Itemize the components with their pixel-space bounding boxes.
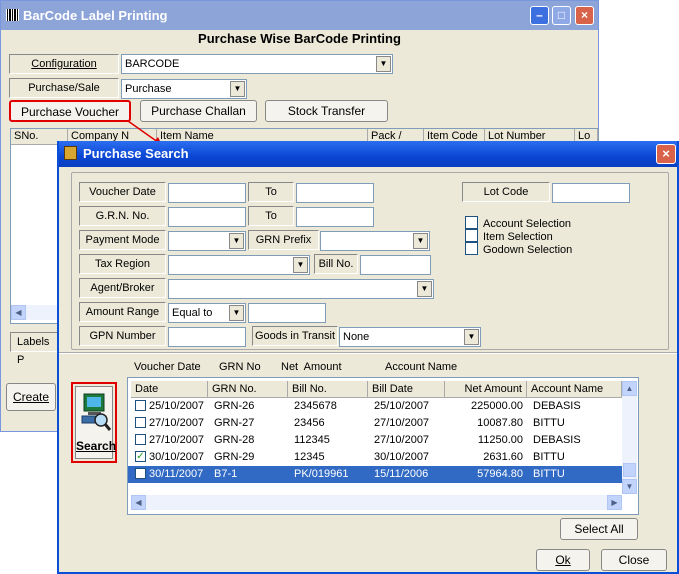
column-title: Net Amount <box>281 361 342 373</box>
select-all-button[interactable]: Select All <box>560 518 638 540</box>
table-row-selected[interactable]: 30/11/2007 B7-1 PK/019961 15/11/2006 579… <box>128 466 622 483</box>
bill-no-input[interactable] <box>360 255 431 275</box>
chevron-down-icon[interactable]: ▼ <box>417 281 432 297</box>
table-row[interactable]: ✓ 30/10/2007 GRN-29 12345 30/10/2007 263… <box>128 449 622 466</box>
gpn-number-input[interactable] <box>168 327 246 347</box>
payment-mode-dropdown[interactable]: ▼ <box>168 231 246 251</box>
divider <box>59 352 677 354</box>
row-checkbox-checked[interactable]: ✓ <box>135 451 146 462</box>
voucher-date-label: Voucher Date <box>79 182 166 202</box>
chevron-down-icon[interactable]: ▼ <box>413 233 428 249</box>
scroll-down-icon[interactable]: ▼ <box>622 479 637 494</box>
chevron-down-icon[interactable]: ▼ <box>229 233 244 249</box>
app-icon <box>64 146 77 160</box>
grid-header[interactable]: Net Amount <box>445 381 527 398</box>
column-title: Voucher Date <box>134 361 201 373</box>
grn-prefix-label: GRN Prefix <box>248 230 319 250</box>
grid-header[interactable]: Date <box>131 381 208 398</box>
dialog-close-button[interactable]: × <box>656 144 676 164</box>
row-checkbox[interactable] <box>135 468 146 479</box>
gpn-number-label: GPN Number <box>79 326 166 346</box>
amount-range-dropdown[interactable]: Equal to ▼ <box>168 303 246 323</box>
tax-region-label: Tax Region <box>79 254 166 274</box>
checkbox-icon[interactable] <box>465 229 478 242</box>
vertical-scrollbar[interactable]: ▲ ▼ <box>622 381 637 494</box>
to-label: To <box>248 206 294 226</box>
column-title: Account Name <box>385 361 458 373</box>
voucher-date-to-input[interactable] <box>296 183 374 203</box>
purchase-search-dialog: Purchase Search × Voucher Date To G.R.N.… <box>57 141 679 574</box>
goods-in-transit-label: Goods in Transit <box>252 326 338 346</box>
checkbox-icon[interactable] <box>465 242 478 255</box>
search-label: Search <box>76 439 117 453</box>
amount-range-label: Amount Range <box>79 302 166 322</box>
lot-code-label: Lot Code <box>462 182 550 202</box>
checkbox-icon[interactable] <box>465 216 478 229</box>
dialog-title: Purchase Search <box>83 146 189 161</box>
computer-search-icon <box>81 393 112 431</box>
grn-no-label: G.R.N. No. <box>79 206 166 226</box>
grid-header[interactable]: GRN No. <box>208 381 288 398</box>
chevron-down-icon[interactable]: ▼ <box>229 305 244 321</box>
payment-mode-label: Payment Mode <box>79 230 166 250</box>
goods-in-transit-dropdown[interactable]: None ▼ <box>339 327 481 347</box>
scroll-left-icon[interactable]: ◀ <box>131 495 146 510</box>
grn-no-from-input[interactable] <box>168 207 246 227</box>
horizontal-scrollbar[interactable]: ◀ ▶ <box>131 495 622 510</box>
table-row[interactable]: 27/10/2007 GRN-27 23456 27/10/2007 10087… <box>128 415 622 432</box>
amount-input[interactable] <box>248 303 326 323</box>
voucher-date-from-input[interactable] <box>168 183 246 203</box>
search-button[interactable]: Search <box>75 386 117 459</box>
grid-header[interactable]: Account Name <box>527 381 622 398</box>
column-title: GRN No <box>219 361 261 373</box>
godown-selection-checkbox[interactable]: Godown Selection <box>465 242 572 256</box>
scroll-thumb[interactable] <box>623 463 636 477</box>
grid-header[interactable]: Bill No. <box>288 381 368 398</box>
chevron-down-icon[interactable]: ▼ <box>293 257 308 273</box>
bill-no-label: Bill No. <box>314 254 358 274</box>
account-selection-checkbox[interactable]: Account Selection <box>465 216 571 230</box>
agent-broker-label: Agent/Broker <box>79 278 166 298</box>
results-grid[interactable]: Date GRN No. Bill No. Bill Date Net Amou… <box>127 377 639 515</box>
table-row[interactable]: 27/10/2007 GRN-28 112345 27/10/2007 1125… <box>128 432 622 449</box>
dialog-title-bar: Purchase Search × <box>59 141 677 167</box>
search-highlight: Search <box>71 382 117 463</box>
tax-region-dropdown[interactable]: ▼ <box>168 255 310 275</box>
to-label: To <box>248 182 294 202</box>
grn-no-to-input[interactable] <box>296 207 374 227</box>
grn-prefix-dropdown[interactable]: ▼ <box>320 231 430 251</box>
row-checkbox[interactable] <box>135 417 146 428</box>
row-checkbox[interactable] <box>135 434 146 445</box>
agent-broker-dropdown[interactable]: ▼ <box>168 279 434 299</box>
ok-button[interactable]: Ok <box>536 549 590 571</box>
chevron-down-icon[interactable]: ▼ <box>464 329 479 345</box>
scroll-up-icon[interactable]: ▲ <box>622 381 637 396</box>
row-checkbox[interactable] <box>135 400 146 411</box>
close-dialog-button[interactable]: Close <box>601 549 667 571</box>
scroll-right-icon[interactable]: ▶ <box>607 495 622 510</box>
lot-code-input[interactable] <box>552 183 630 203</box>
table-row[interactable]: 25/10/2007 GRN-26 2345678 25/10/2007 225… <box>128 398 622 415</box>
grid-header[interactable]: Bill Date <box>368 381 445 398</box>
item-selection-checkbox[interactable]: Item Selection <box>465 229 553 243</box>
